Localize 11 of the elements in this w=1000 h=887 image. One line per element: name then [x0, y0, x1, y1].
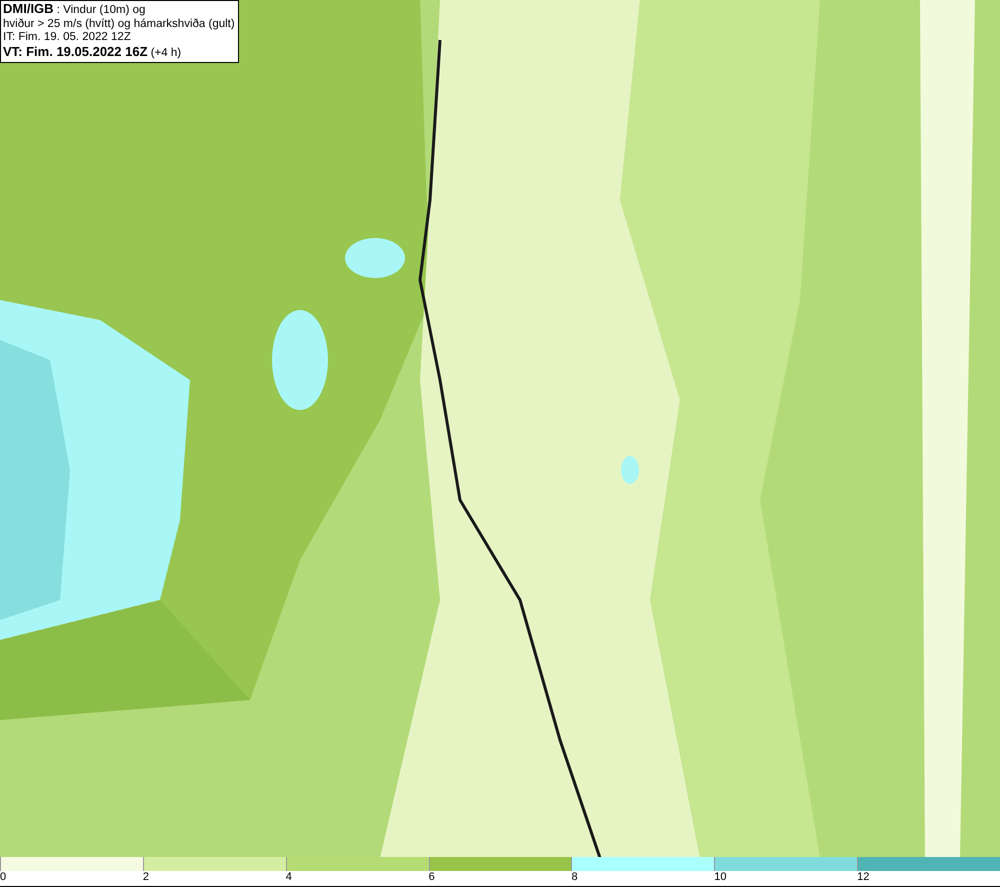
legend-tick-label: 12 [857, 871, 870, 884]
legend-tick-label: 10 [714, 871, 727, 884]
info-text: DMI/IGB : Vindur (10m) og [3, 2, 146, 18]
legend-tick-label: 6 [428, 871, 435, 884]
info-text: hviður > 25 m/s (hvítt) og hámarkshviða (gult) [3, 18, 235, 31]
info-text: VT: Fim. 19.05.2022 16Z (+4 h) [3, 44, 182, 60]
legend-tick-label: 0 [0, 871, 6, 884]
info-text: IT: Fim. 19. 05. 2022 12Z [3, 31, 132, 44]
legend-tick-label: 8 [571, 871, 578, 884]
legend-tick-label: 2 [142, 871, 149, 884]
legend-tick-label: 4 [286, 871, 292, 884]
